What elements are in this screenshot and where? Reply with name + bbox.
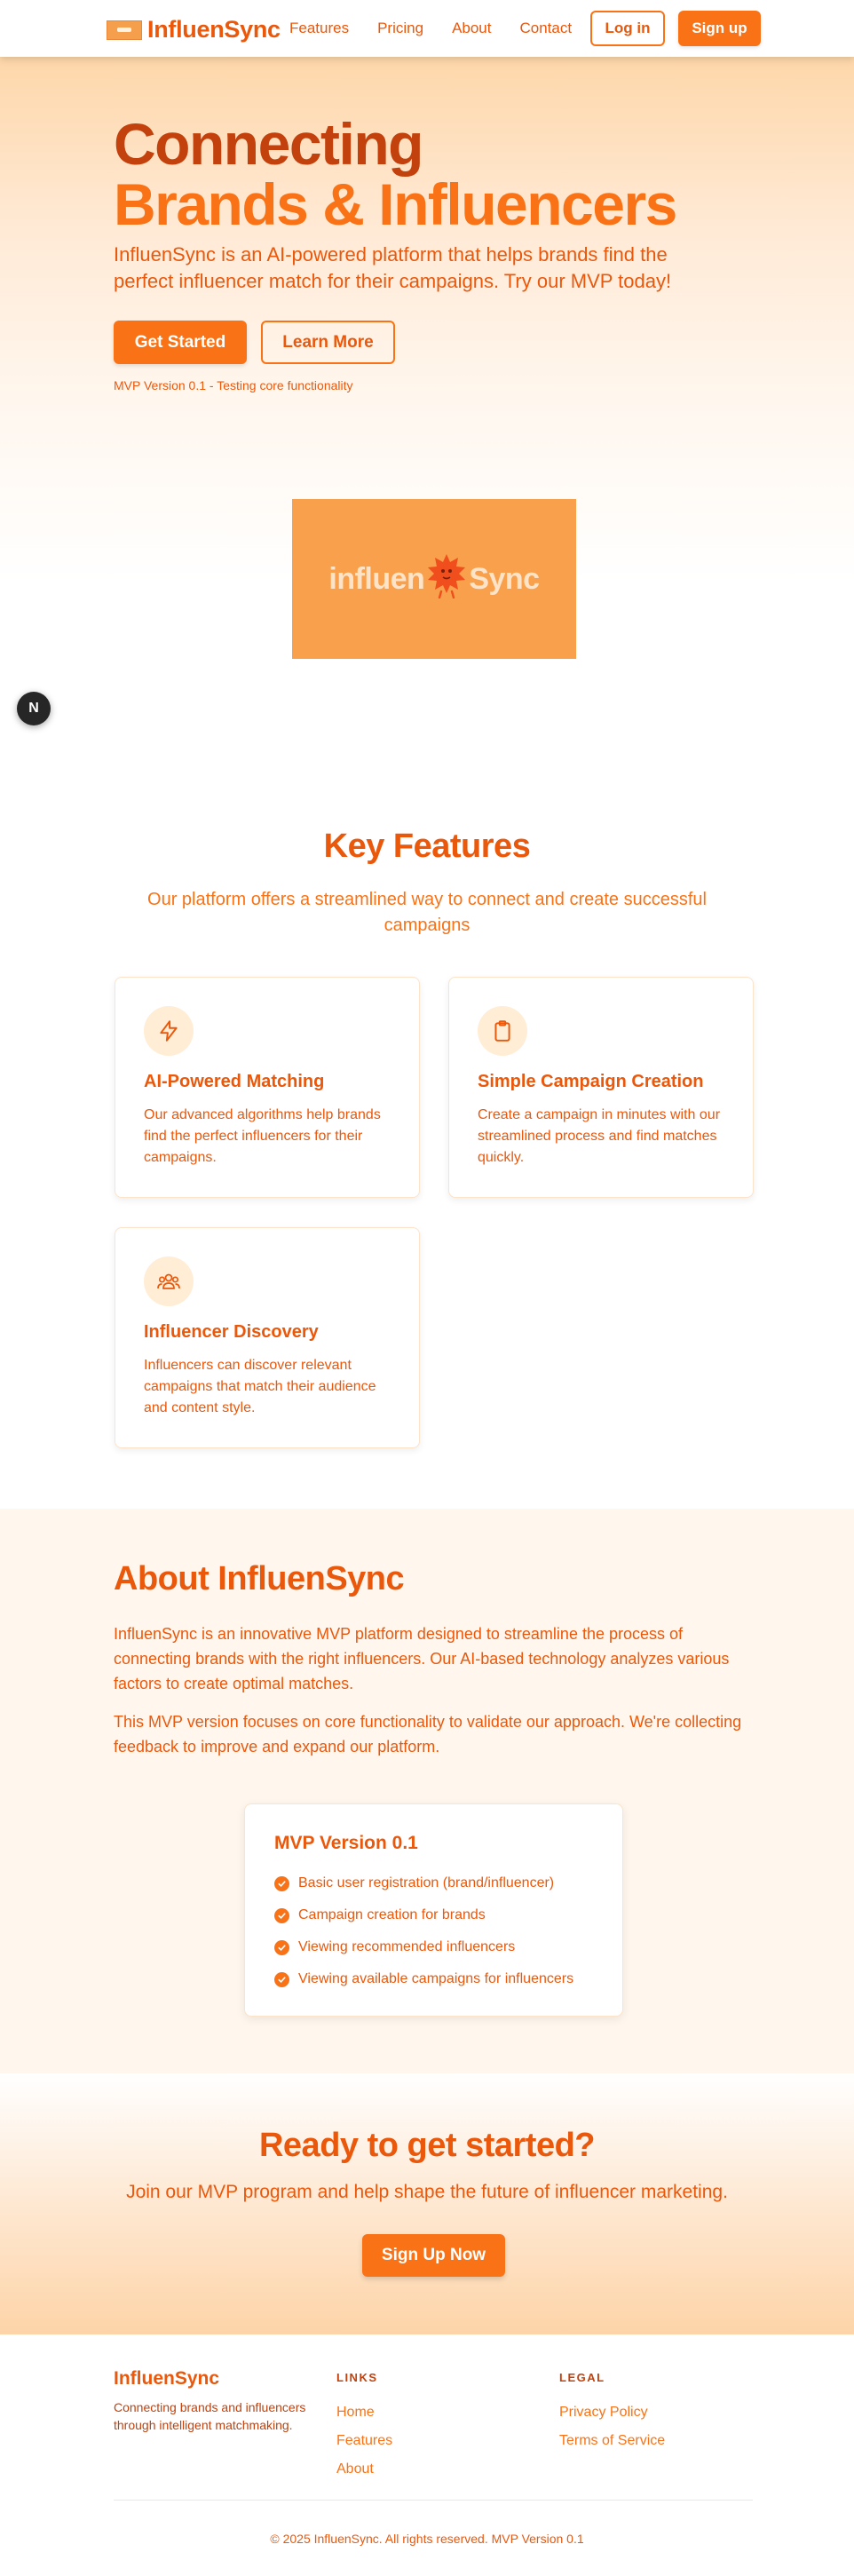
features-subtitle: Our platform offers a streamlined way to… [147,890,707,935]
hero-image: influen Sync [292,499,576,659]
check-icon [274,1875,289,1891]
mvp-item-text: Basic user registration (brand/influence… [298,1875,555,1890]
mvp-item-text: Campaign creation for brands [298,1907,486,1922]
login-button[interactable]: Log in [590,11,665,46]
mvp-list-item: Viewing recommended influencers [274,1931,573,1963]
feature-card-title: Influencer Discovery [144,1322,319,1342]
about-title: About InfluenSync [114,1560,405,1597]
mvp-card: MVP Version 0.1 Basic user registration … [244,1803,623,2017]
site-header: InfluenSync Features Pricing About Conta… [0,0,854,57]
hero-image-logo: influen Sync [328,552,540,606]
check-icon [274,1907,289,1923]
feature-card: AI-Powered Matching Our advanced algorit… [115,977,420,1198]
footer-link-home[interactable]: Home [336,2398,392,2427]
cta-subtitle: Join our MVP program and help shape the … [126,2182,728,2202]
learn-more-button[interactable]: Learn More [261,321,395,364]
hero-title: Connecting Brands & Influencers [114,111,677,237]
feature-card-title: AI-Powered Matching [144,1072,325,1091]
footer-link-about[interactable]: About [336,2455,392,2484]
mvp-item-text: Viewing available campaigns for influenc… [298,1971,574,1986]
hero-subtitle: InfluenSync is an AI-powered platform th… [114,243,672,292]
lightning-icon [144,1006,194,1056]
signup-button[interactable]: Sign up [678,11,761,46]
mvp-card-title: MVP Version 0.1 [274,1833,418,1853]
hero-actions: Get Started Learn More [114,321,395,364]
footer-divider [114,2500,753,2501]
feature-card-title: Simple Campaign Creation [478,1072,704,1091]
footer-legal-column: LEGAL Privacy Policy Terms of Service [559,2368,665,2455]
footer-link-privacy[interactable]: Privacy Policy [559,2398,665,2427]
brand-logo[interactable]: InfluenSync [107,16,281,44]
feature-card-description: Create a campaign in minutes with our st… [478,1107,721,1165]
hero-title-line2: Brands & Influencers [114,171,677,237]
mvp-list-item: Viewing available campaigns for influenc… [274,1963,573,1995]
footer-link-features[interactable]: Features [336,2427,392,2455]
check-icon [274,1939,289,1955]
about-paragraph: This MVP version focuses on core functio… [114,1713,742,1756]
feature-card-description: Our advanced algorithms help brands find… [144,1107,381,1165]
version-note: MVP Version 0.1 - Testing core functiona… [114,378,353,392]
nav-contact[interactable]: Contact [520,20,573,37]
hero-section: Connecting Brands & Influencers InfluenS… [0,57,854,758]
features-title: Key Features [323,828,531,865]
logo-image [107,20,142,40]
footer-legal-heading: LEGAL [559,2371,605,2384]
users-icon [144,1256,194,1306]
feature-card: Simple Campaign Creation Create a campai… [448,977,754,1198]
check-icon [274,1971,289,1987]
clipboard-icon [478,1006,527,1056]
features-section: Key Features Our platform offers a strea… [0,758,854,1509]
feature-card-description: Influencers can discover relevant campai… [144,1358,376,1415]
main-nav: Features Pricing About Contact [289,0,572,57]
hero-title-line1: Connecting [114,111,423,177]
hero-image-word-left: influen [328,561,425,596]
about-section: About InfluenSync InfluenSync is an inno… [0,1509,854,2073]
mascot-icon [426,552,467,606]
mvp-list-item: Basic user registration (brand/influence… [274,1867,573,1899]
about-paragraph: InfluenSync is an innovative MVP platfor… [114,1625,730,1692]
nav-pricing[interactable]: Pricing [377,20,423,37]
cta-section: Ready to get started? Join our MVP progr… [0,2073,854,2334]
get-started-button[interactable]: Get Started [114,321,247,364]
dev-tools-badge[interactable]: N [17,692,51,725]
mvp-feature-list: Basic user registration (brand/influence… [274,1867,573,1995]
footer-copyright: © 2025 InfluenSync. All rights reserved.… [270,2532,584,2546]
feature-card: Influencer Discovery Influencers can dis… [115,1227,420,1448]
hero-image-word-right: Sync [469,561,540,596]
site-footer: InfluenSync Connecting brands and influe… [0,2334,854,2576]
footer-link-terms[interactable]: Terms of Service [559,2427,665,2455]
footer-tagline: Connecting brands and influencers throug… [114,2400,306,2432]
footer-links-heading: LINKS [336,2371,378,2384]
nav-features[interactable]: Features [289,20,349,37]
footer-brand: InfluenSync [114,2368,220,2389]
nav-about[interactable]: About [452,20,491,37]
mvp-item-text: Viewing recommended influencers [298,1939,516,1954]
signup-now-button[interactable]: Sign Up Now [362,2234,505,2277]
mvp-list-item: Campaign creation for brands [274,1899,573,1931]
brand-name: InfluenSync [147,16,281,43]
cta-title: Ready to get started? [258,2127,596,2164]
footer-links-column: LINKS Home Features About [336,2368,392,2484]
